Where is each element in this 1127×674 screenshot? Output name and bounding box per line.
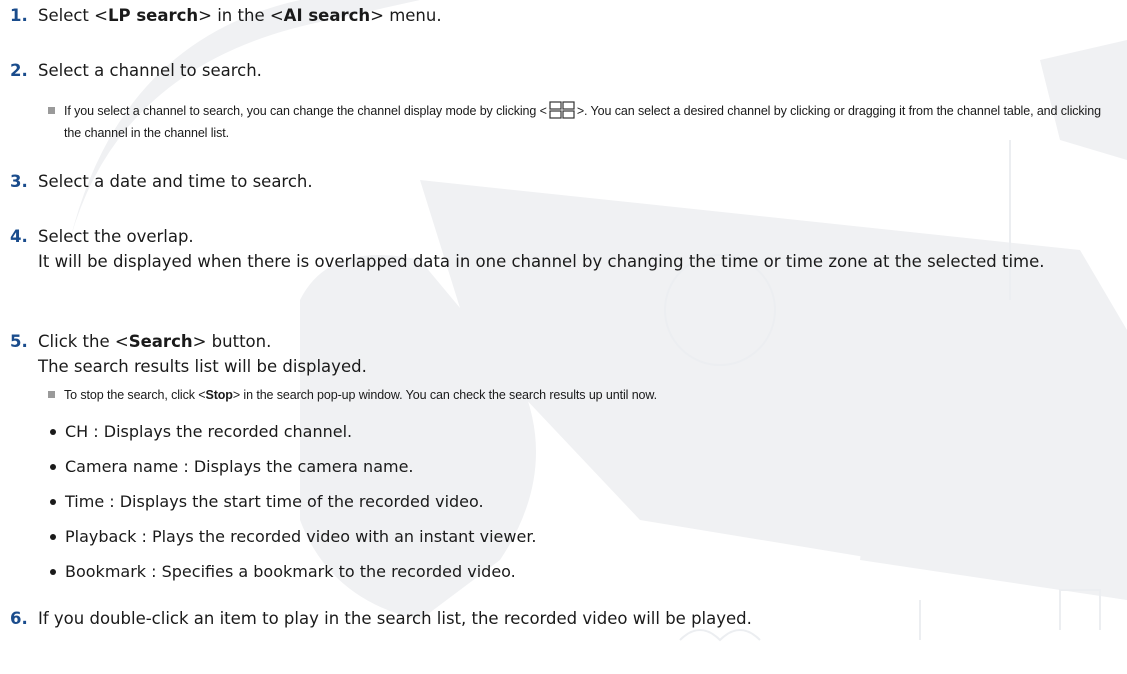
step-number: 3. — [10, 172, 28, 191]
bullet-icon — [50, 569, 56, 575]
ai-search-term: AI search — [283, 6, 371, 25]
note-text: If you select a channel to search, you c… — [64, 104, 547, 118]
bullet-icon — [50, 534, 56, 540]
bullet-icon — [50, 499, 56, 505]
list-item-text: Playback : Plays the recorded video with… — [65, 527, 537, 546]
list-item-text: CH : Displays the recorded channel. — [65, 422, 353, 441]
list-item: Bookmark : Specifies a bookmark to the r… — [50, 561, 516, 583]
step-text: Select a date and time to search. — [38, 172, 313, 191]
step-text: Select a channel to search. — [38, 61, 262, 80]
list-item-text: Camera name : Displays the camera name. — [65, 457, 414, 476]
note-text: To stop the search, click < — [64, 388, 206, 402]
step-3: 3. Select a date and time to search. — [10, 169, 1119, 194]
bullet-icon — [50, 464, 56, 470]
list-item: CH : Displays the recorded channel. — [50, 421, 352, 443]
step-description: The search results list will be displaye… — [38, 357, 367, 376]
step-text: Select < — [38, 6, 108, 25]
list-item: Time : Displays the start time of the re… — [50, 491, 484, 513]
step-6: 6. If you double-click an item to play i… — [10, 606, 1119, 631]
step-description: It will be displayed when there is overl… — [38, 252, 1045, 271]
grid-2x2-icon — [549, 101, 575, 119]
step-number: 4. — [10, 227, 28, 246]
note-channel-display: If you select a channel to search, you c… — [48, 100, 1113, 144]
list-item: Playback : Plays the recorded video with… — [50, 526, 537, 548]
search-button-term: Search — [128, 332, 193, 351]
list-item-text: Bookmark : Specifies a bookmark to the r… — [65, 562, 516, 581]
step-number: 2. — [10, 61, 28, 80]
bullet-icon — [50, 429, 56, 435]
lp-search-term: LP search — [107, 6, 199, 25]
step-2: 2. Select a channel to search. — [10, 58, 1119, 83]
step-5: 5. Click the <Search> button. The search… — [10, 329, 1119, 379]
note-bullet-icon — [48, 391, 55, 398]
note-stop-search: To stop the search, click <Stop> in the … — [48, 384, 1113, 406]
step-text: > button. — [192, 332, 272, 351]
step-number: 1. — [10, 6, 28, 25]
step-text: > in the < — [198, 6, 284, 25]
list-item-text: Time : Displays the start time of the re… — [65, 492, 484, 511]
stop-button-term: Stop — [205, 388, 233, 402]
step-4: 4. Select the overlap. It will be displa… — [10, 224, 1119, 274]
list-item: Camera name : Displays the camera name. — [50, 456, 414, 478]
step-number: 5. — [10, 332, 28, 351]
step-number: 6. — [10, 609, 28, 628]
note-text: > in the search pop-up window. You can c… — [232, 388, 658, 402]
step-1: 1. Select <LP search> in the <AI search>… — [10, 3, 1119, 28]
step-text: If you double-click an item to play in t… — [38, 609, 752, 628]
note-bullet-icon — [48, 107, 55, 114]
step-text: Select the overlap. — [38, 227, 194, 246]
step-text: Click the < — [38, 332, 129, 351]
step-text: > menu. — [370, 6, 442, 25]
